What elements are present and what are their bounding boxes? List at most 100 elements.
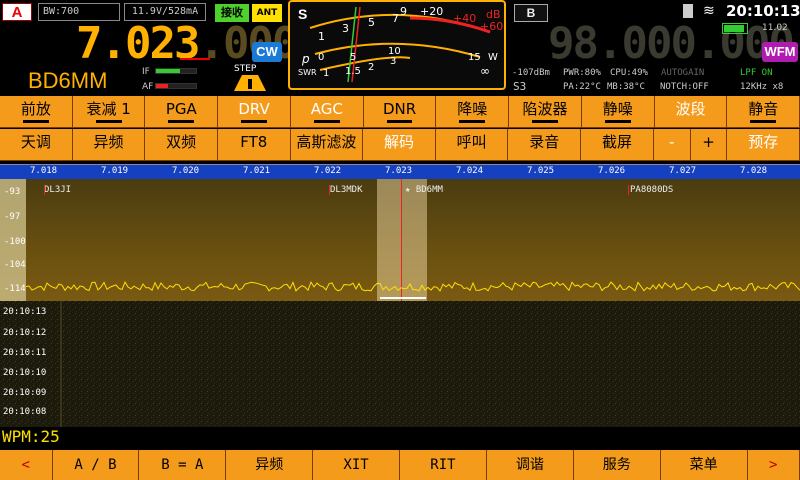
span-status: 12KHz x8: [740, 82, 784, 92]
s-tick: 5: [368, 16, 375, 29]
s-tick: +20: [420, 5, 444, 18]
record-button[interactable]: 录音: [508, 129, 582, 161]
s-label: S: [298, 6, 308, 22]
mode-a-badge[interactable]: CW: [252, 42, 282, 62]
split-button[interactable]: 异频: [72, 129, 146, 161]
swr-tick: 1: [323, 68, 330, 79]
preamp-button[interactable]: 前放: [0, 96, 73, 128]
dnr-button[interactable]: DNR: [363, 96, 437, 128]
s-tick: +40: [453, 12, 477, 25]
s-reading: S3: [513, 80, 527, 93]
s-tick: 7: [392, 12, 399, 25]
s-meter: S 1 3 5 7 9 +20 +40 +60 dB p 0 5 10 15 W…: [288, 0, 506, 90]
agc-button[interactable]: AGC: [290, 96, 364, 128]
waterfall-time: 20:10:09: [3, 388, 47, 398]
scale-tick: 7.021: [243, 166, 271, 176]
ab-swap-button[interactable]: A / B: [52, 450, 140, 480]
af-label: AF: [142, 82, 154, 92]
tuner-button[interactable]: 天调: [0, 129, 73, 161]
decode-button[interactable]: 解码: [363, 129, 436, 161]
bottom-toolbar: < A / B B = A 异频 XIT RIT 调谐 服务 菜单 >: [0, 450, 800, 480]
preset-button[interactable]: 预存: [727, 129, 800, 161]
waterfall-time: 20:10:08: [3, 407, 47, 417]
pa-temp: PA:22°C: [563, 82, 601, 92]
af-gain-bar[interactable]: [155, 83, 197, 89]
scale-tick: 7.022: [314, 166, 342, 176]
waterfall-time: 20:10:12: [3, 328, 47, 338]
battery-voltage: 11.02: [762, 23, 788, 33]
band-up-button[interactable]: +: [690, 129, 728, 161]
po-tick: 15: [468, 52, 481, 63]
dual-watch-button[interactable]: 双频: [145, 129, 218, 161]
scale-tick: 7.019: [101, 166, 129, 176]
s-tick: 3: [342, 22, 349, 35]
service-button[interactable]: 服务: [573, 450, 661, 480]
split-bottom-button[interactable]: 异频: [226, 450, 314, 480]
battery-icon: [722, 23, 748, 34]
noise-reduction-button[interactable]: 降噪: [436, 96, 510, 128]
function-row-2: 天调 异频 双频 FT8 高斯滤波 解码 呼叫 录音 截屏 - + 预存: [0, 129, 800, 161]
scale-tick: 7.028: [740, 166, 768, 176]
ft8-button[interactable]: FT8: [217, 129, 291, 161]
lpf-status: LPF ON: [740, 68, 773, 78]
xit-button[interactable]: XIT: [313, 450, 401, 480]
scale-tick: 7.023: [385, 166, 413, 176]
band-down-button[interactable]: -: [653, 129, 691, 161]
scale-tick: 7.018: [30, 166, 58, 176]
w-label: W: [488, 52, 498, 63]
sd-card-icon: [683, 4, 693, 18]
gaussian-filter-button[interactable]: 高斯滤波: [290, 129, 364, 161]
attenuator-button[interactable]: 衰减 1: [72, 96, 146, 128]
scale-tick: 7.024: [456, 166, 484, 176]
autogain-status: AUTOGAIN: [661, 68, 705, 78]
if-label: IF: [142, 67, 150, 77]
vfo-b-badge[interactable]: B: [514, 4, 548, 22]
waterfall-time: 20:10:10: [3, 368, 47, 378]
call-button[interactable]: 呼叫: [435, 129, 509, 161]
pga-button[interactable]: PGA: [145, 96, 219, 128]
db-label: dB: [486, 8, 501, 21]
scale-tick: 7.025: [527, 166, 555, 176]
frequency-scale[interactable]: 7.018 7.019 7.020 7.021 7.022 7.023 7.02…: [0, 164, 800, 179]
squelch-button[interactable]: 静噪: [581, 96, 655, 128]
mb-temp: MB:38°C: [607, 82, 645, 92]
notch-status: NOTCH:OFF: [660, 82, 709, 92]
notch-button[interactable]: 陷波器: [509, 96, 582, 128]
screenshot-button[interactable]: 截屏: [581, 129, 654, 161]
tuning-cursor: [180, 58, 210, 60]
b-equals-a-button[interactable]: B = A: [139, 450, 227, 480]
callsign: BD6MM: [28, 68, 108, 93]
band-button[interactable]: 波段: [654, 96, 728, 128]
prev-page-button[interactable]: <: [0, 450, 53, 480]
waterfall-display[interactable]: 20:10:13 20:10:12 20:10:11 20:10:10 20:1…: [0, 301, 800, 427]
signal-dbm: -107dBm: [512, 68, 550, 78]
swr-tick: 1.5: [345, 66, 361, 77]
tune-button[interactable]: 调谐: [486, 450, 574, 480]
po-label: p: [302, 52, 310, 66]
spectrum-display[interactable]: -93 -97 -100 -104 -114 DL3JI DL3MDK ★ BD…: [0, 179, 800, 301]
waterfall-time: 20:10:11: [3, 348, 47, 358]
s-tick: 9: [400, 5, 407, 18]
cpu-status: CPU:49%: [610, 68, 648, 78]
function-row-1: 前放 衰减 1 PGA DRV AGC DNR 降噪 陷波器 静噪 波段 静音: [0, 96, 800, 128]
mute-button[interactable]: 静音: [727, 96, 800, 128]
rit-button[interactable]: RIT: [400, 450, 487, 480]
vfo-a-badge[interactable]: A: [2, 3, 32, 21]
spectrum-trace: [25, 280, 800, 292]
clock: 20:10:13: [726, 2, 800, 20]
next-page-button[interactable]: >: [747, 450, 800, 480]
waterfall-time: 20:10:13: [3, 307, 47, 317]
swr-tick: 2: [368, 62, 375, 73]
vfo-b-frequency[interactable]: 98.000.000: [548, 18, 795, 69]
po-tick: 0: [318, 52, 325, 63]
scale-tick: 7.027: [669, 166, 697, 176]
if-gain-bar[interactable]: [155, 68, 197, 74]
step-indicator[interactable]: [230, 73, 270, 93]
mode-b-badge[interactable]: WFM: [762, 42, 798, 62]
scale-tick: 7.026: [598, 166, 626, 176]
menu-button[interactable]: 菜单: [660, 450, 748, 480]
swr-tick: ∞: [480, 64, 490, 78]
swr-label: SWR: [298, 68, 317, 77]
drv-button[interactable]: DRV: [218, 96, 291, 128]
po-tick: 5: [350, 52, 357, 63]
